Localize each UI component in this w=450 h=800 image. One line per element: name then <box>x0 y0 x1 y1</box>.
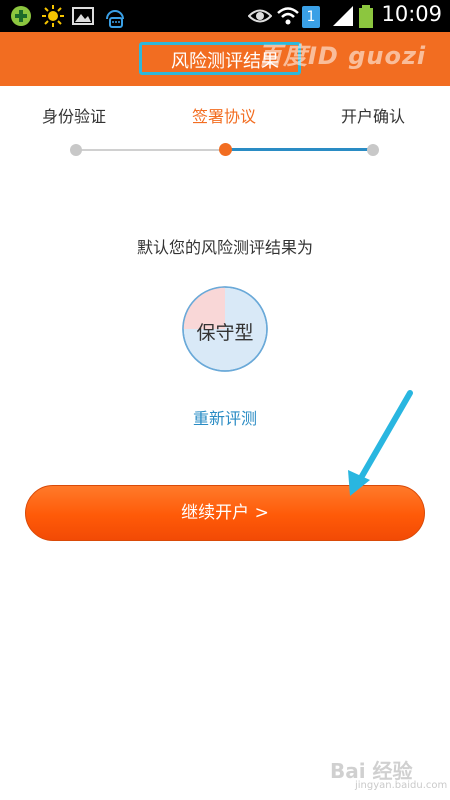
progress-track-done <box>76 149 224 151</box>
arrow-annotation <box>348 390 413 496</box>
step-dot-confirm <box>367 144 379 156</box>
step-confirm: 开户确认 <box>341 107 406 126</box>
eye-icon <box>248 9 272 23</box>
sun-icon <box>42 5 64 27</box>
header-watermark: 百度ID guozi <box>258 42 427 70</box>
progress-track-pending <box>226 148 372 151</box>
step-dot-agreement <box>219 143 232 156</box>
result-caption: 默认您的风险测评结果为 <box>136 238 313 257</box>
status-bar: 1 10:09 <box>0 0 450 32</box>
wifi-icon <box>277 7 299 25</box>
battery-icon <box>359 5 373 28</box>
clock: 10:09 <box>381 2 442 26</box>
step-agreement: 签署协议 <box>192 107 257 126</box>
risk-type-label: 保守型 <box>196 322 254 344</box>
headset-chat-icon <box>106 10 124 28</box>
step-identity: 身份验证 <box>42 107 107 126</box>
baidu-url-watermark: jingyan.baidu.com <box>355 780 448 791</box>
sim-badge: 1 <box>302 6 320 28</box>
signal-icon <box>333 6 353 26</box>
plus-app-icon <box>11 6 31 26</box>
step-dot-identity <box>70 144 82 156</box>
image-icon <box>72 7 94 25</box>
